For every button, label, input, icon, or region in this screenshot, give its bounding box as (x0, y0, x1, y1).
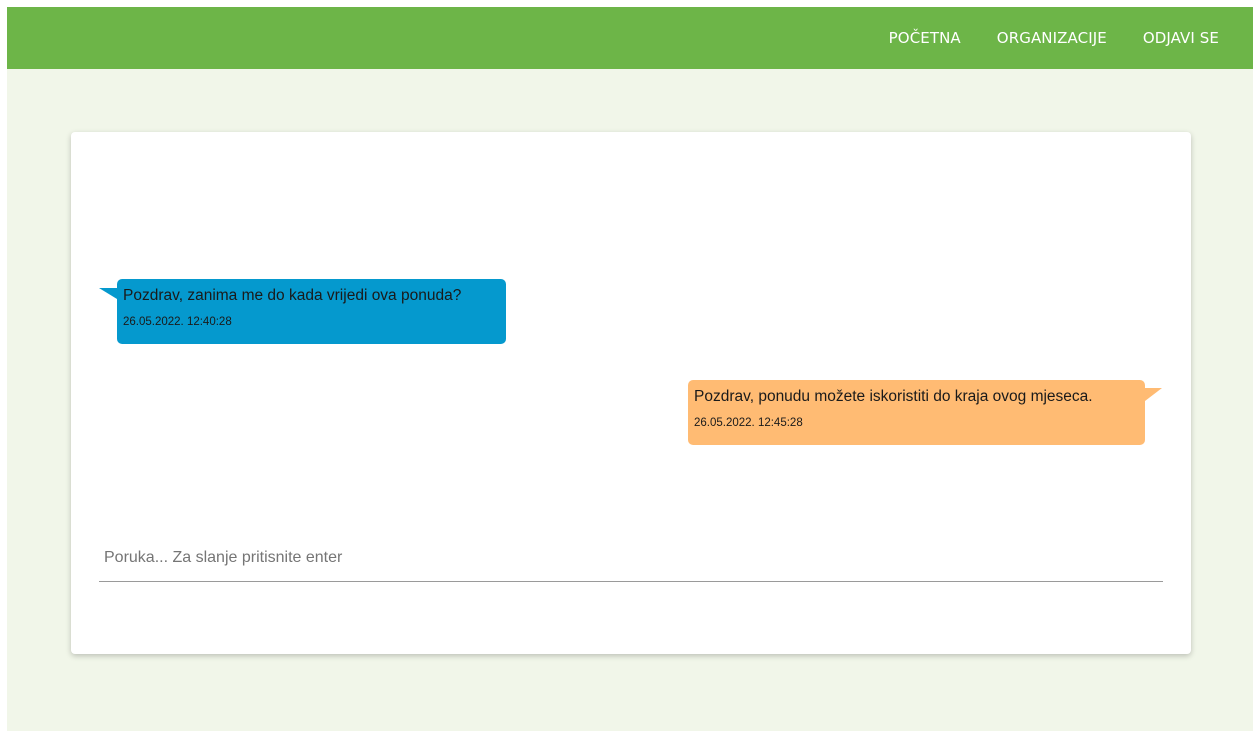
message-timestamp: 26.05.2022. 12:40:28 (123, 316, 232, 328)
message-timestamp: 26.05.2022. 12:45:28 (694, 417, 803, 429)
incoming-message: Pozdrav, zanima me do kada vrijedi ova p… (99, 279, 506, 344)
nav-link-logout[interactable]: ODJAVI SE (1143, 29, 1219, 47)
message-text: Pozdrav, ponudu možete iskoristiti do kr… (694, 388, 1093, 405)
top-navbar: POČETNA ORGANIZACIJE ODJAVI SE (7, 7, 1253, 69)
message-input-wrapper (99, 535, 1163, 582)
chat-card: Pozdrav, zanima me do kada vrijedi ova p… (71, 132, 1191, 654)
app-frame: POČETNA ORGANIZACIJE ODJAVI SE Pozdrav, … (7, 7, 1253, 731)
outgoing-message: Pozdrav, ponudu možete iskoristiti do kr… (688, 380, 1162, 445)
nav-links: POČETNA ORGANIZACIJE ODJAVI SE (889, 7, 1219, 69)
message-input[interactable] (99, 535, 1163, 580)
nav-link-organizations[interactable]: ORGANIZACIJE (997, 29, 1107, 47)
nav-link-home[interactable]: POČETNA (889, 29, 961, 47)
message-text: Pozdrav, zanima me do kada vrijedi ova p… (123, 287, 462, 304)
